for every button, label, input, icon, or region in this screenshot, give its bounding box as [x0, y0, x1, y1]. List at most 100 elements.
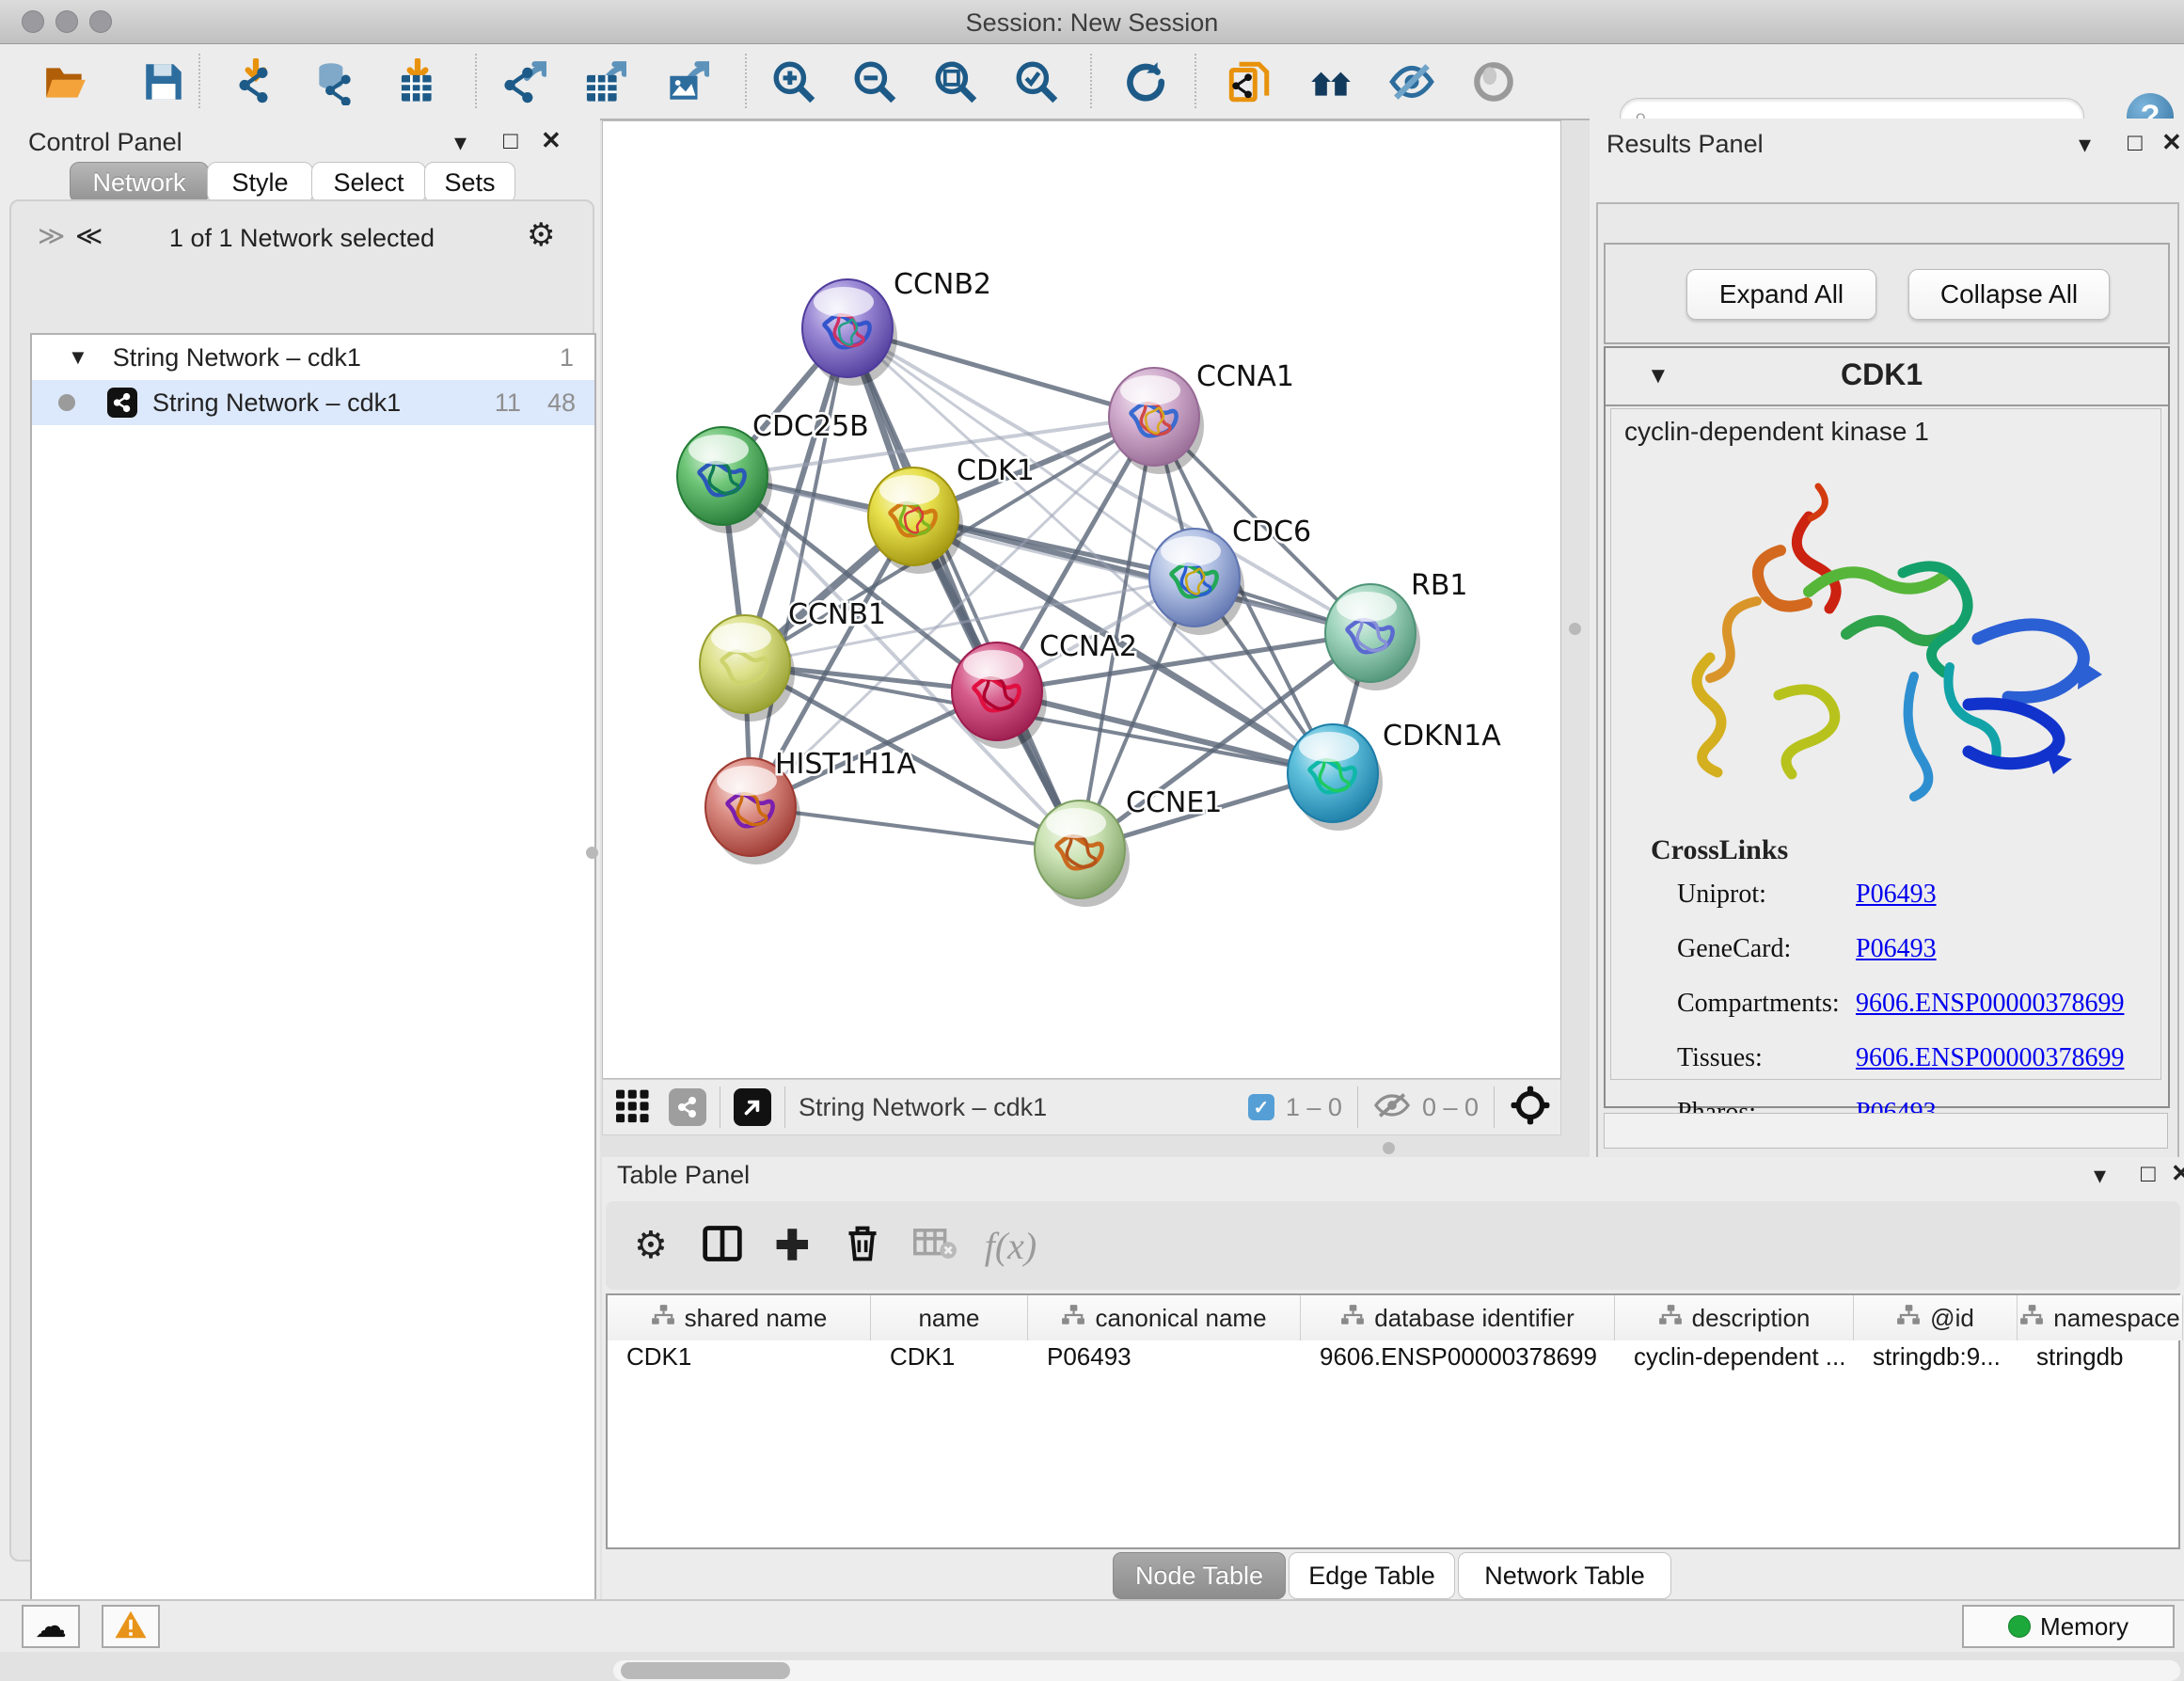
crosslink-value-link[interactable]: 9606.ENSP00000378699 — [1856, 1043, 2124, 1073]
column-header-database-identifier[interactable]: database identifier — [1301, 1295, 1615, 1340]
hidden-counts: 0 – 0 — [1422, 1093, 1479, 1122]
node-CDC6[interactable]: CDC6 — [1149, 515, 1311, 635]
tab-network-table[interactable]: Network Table — [1458, 1552, 1671, 1599]
panel-close-icon[interactable]: ✕ — [2171, 1159, 2184, 1188]
warning-status-button[interactable] — [102, 1605, 160, 1648]
crosslink-value-link[interactable]: P06493 — [1856, 934, 1937, 964]
panel-float-icon[interactable]: □ — [2141, 1159, 2156, 1188]
table-row[interactable]: CDK1CDK1P064939606.ENSP00000378699cyclin… — [608, 1340, 2178, 1372]
column-header-namespace[interactable]: namespace — [2018, 1295, 2183, 1340]
import-database-icon[interactable] — [310, 57, 359, 106]
export-table-icon[interactable] — [578, 57, 627, 106]
column-header-name[interactable]: name — [871, 1295, 1028, 1340]
scrollbar-thumb[interactable] — [621, 1662, 790, 1679]
string-view-icon[interactable] — [669, 1088, 706, 1126]
results-scroll-strip[interactable] — [1604, 1113, 2168, 1149]
hide-selected-icon[interactable] — [1387, 57, 1436, 106]
column-header-shared-name[interactable]: shared name — [608, 1295, 871, 1340]
cloud-status-button[interactable]: ☁ — [22, 1605, 80, 1648]
export-image-icon[interactable] — [661, 57, 710, 106]
window-title: Session: New Session — [0, 8, 2184, 38]
tab-node-table[interactable]: Node Table — [1113, 1552, 1286, 1599]
crosslink-value-link[interactable]: P06493 — [1856, 880, 1937, 910]
tab-style[interactable]: Style — [207, 162, 313, 203]
right-splitter-handle[interactable] — [1569, 623, 1581, 635]
table-horizontal-scrollbar[interactable] — [613, 1660, 2180, 1681]
node-CDKN1A[interactable]: CDKN1A — [1288, 720, 1501, 831]
left-splitter-handle[interactable] — [586, 847, 598, 859]
gene-entry-header[interactable]: ▼ CDK1 — [1606, 348, 2168, 406]
network-row[interactable]: String Network – cdk1 11 48 — [32, 380, 594, 425]
tab-sets[interactable]: Sets — [424, 162, 515, 203]
table-cell: cyclin-dependent ... — [1615, 1340, 1854, 1372]
selected-nodes-checkbox[interactable]: ✓ — [1248, 1094, 1274, 1120]
tab-network[interactable]: Network — [70, 162, 209, 203]
toolbar-separator — [1195, 54, 1196, 108]
crosslink-value-link[interactable]: 9606.ENSP00000378699 — [1856, 989, 2124, 1019]
panel-collapse-icon[interactable]: ▾ — [2094, 1161, 2106, 1190]
show-all-icon[interactable] — [1469, 57, 1518, 106]
add-column-icon[interactable]: ✚ — [775, 1222, 810, 1270]
network-edge-count: 48 — [547, 389, 576, 418]
open-in-window-icon[interactable] — [734, 1088, 771, 1126]
import-table-icon[interactable] — [393, 57, 442, 106]
gene-entry-body: cyclin-dependent kinase 1 — [1610, 408, 2161, 1080]
grid-view-icon[interactable] — [614, 1086, 656, 1129]
birdseye-crosshair-icon[interactable] — [1510, 1085, 1551, 1131]
panel-collapse-icon[interactable]: ▾ — [2079, 130, 2091, 159]
gene-disclosure-icon[interactable]: ▼ — [1647, 363, 1670, 389]
table-settings-gear-icon[interactable]: ⚙ — [634, 1224, 668, 1267]
tab-select[interactable]: Select — [311, 162, 426, 203]
node-label-RB1: RB1 — [1411, 569, 1468, 602]
export-network-icon[interactable] — [499, 57, 547, 106]
string-results-container: Expand All Collapse All ▼ CDK1 cyclin-de… — [1596, 202, 2179, 1167]
crosslinks-title: CrossLinks — [1651, 834, 1788, 866]
show-columns-icon[interactable] — [702, 1223, 743, 1269]
edge-CCNB2-HIST1H1A[interactable] — [751, 328, 847, 807]
column-header-@id[interactable]: @id — [1854, 1295, 2018, 1340]
memory-button[interactable]: Memory — [1962, 1605, 2175, 1648]
panel-float-icon[interactable]: □ — [2128, 128, 2143, 157]
delete-column-trash-icon[interactable] — [844, 1223, 881, 1269]
node-label-CCNE1: CCNE1 — [1126, 786, 1222, 819]
table-panel-title: Table Panel — [617, 1161, 750, 1190]
panel-close-icon[interactable]: ✕ — [541, 126, 562, 155]
zoom-fit-icon[interactable] — [931, 57, 980, 106]
collapse-all-button[interactable]: Collapse All — [1908, 269, 2110, 320]
column-header-description[interactable]: description — [1615, 1295, 1854, 1340]
table-cell: stringdb — [2018, 1340, 2183, 1372]
horizontal-splitter-handle[interactable] — [1383, 1142, 1395, 1154]
node-HIST1H1A[interactable]: HIST1H1A — [705, 748, 917, 864]
panel-close-icon[interactable]: ✕ — [2161, 128, 2182, 157]
zoom-in-icon[interactable] — [769, 57, 818, 106]
first-neighbors-icon[interactable] — [1306, 57, 1355, 106]
network-collection-row[interactable]: ▼ String Network – cdk1 1 — [32, 335, 594, 380]
network-options-gear-icon[interactable]: ⚙ — [527, 216, 555, 254]
node-CCNB2[interactable]: CCNB2 — [802, 268, 991, 386]
crosslink-row: Tissues:9606.ENSP00000378699 — [1677, 1043, 2147, 1073]
zoom-selected-icon[interactable] — [1012, 57, 1061, 106]
open-session-icon[interactable] — [41, 57, 90, 106]
table-header-row: shared namenamecanonical namedatabase id… — [608, 1295, 2178, 1340]
refresh-icon[interactable] — [1119, 57, 1168, 106]
column-header-canonical-name[interactable]: canonical name — [1028, 1295, 1301, 1340]
zoom-out-icon[interactable] — [850, 57, 899, 106]
gene-symbol: CDK1 — [1841, 357, 1923, 392]
import-network-icon[interactable] — [231, 57, 280, 106]
collection-count: 1 — [560, 343, 574, 373]
collection-disclosure-icon[interactable]: ▼ — [68, 345, 88, 370]
duplicate-network-icon[interactable] — [1225, 57, 1274, 106]
crosslink-label: Tissues: — [1677, 1043, 1856, 1073]
save-session-icon[interactable] — [139, 57, 188, 106]
panel-collapse-icon[interactable]: ▾ — [454, 128, 467, 157]
expand-all-button[interactable]: Expand All — [1686, 269, 1876, 320]
panel-float-icon[interactable]: □ — [503, 126, 518, 155]
crosslink-label: GeneCard: — [1677, 934, 1856, 964]
network-canvas[interactable]: CCNB2CCNA1CDC25BCDK1CDC6RB1CCNB1CCNA2CDK… — [602, 120, 1561, 1079]
tab-edge-table[interactable]: Edge Table — [1289, 1552, 1455, 1599]
table-cell: 9606.ENSP00000378699 — [1301, 1340, 1615, 1372]
node-RB1[interactable]: RB1 — [1325, 569, 1468, 690]
node-CCNE1[interactable]: CCNE1 — [1035, 786, 1222, 907]
collection-name: String Network – cdk1 — [113, 343, 361, 373]
node-CCNA1[interactable]: CCNA1 — [1109, 360, 1294, 474]
